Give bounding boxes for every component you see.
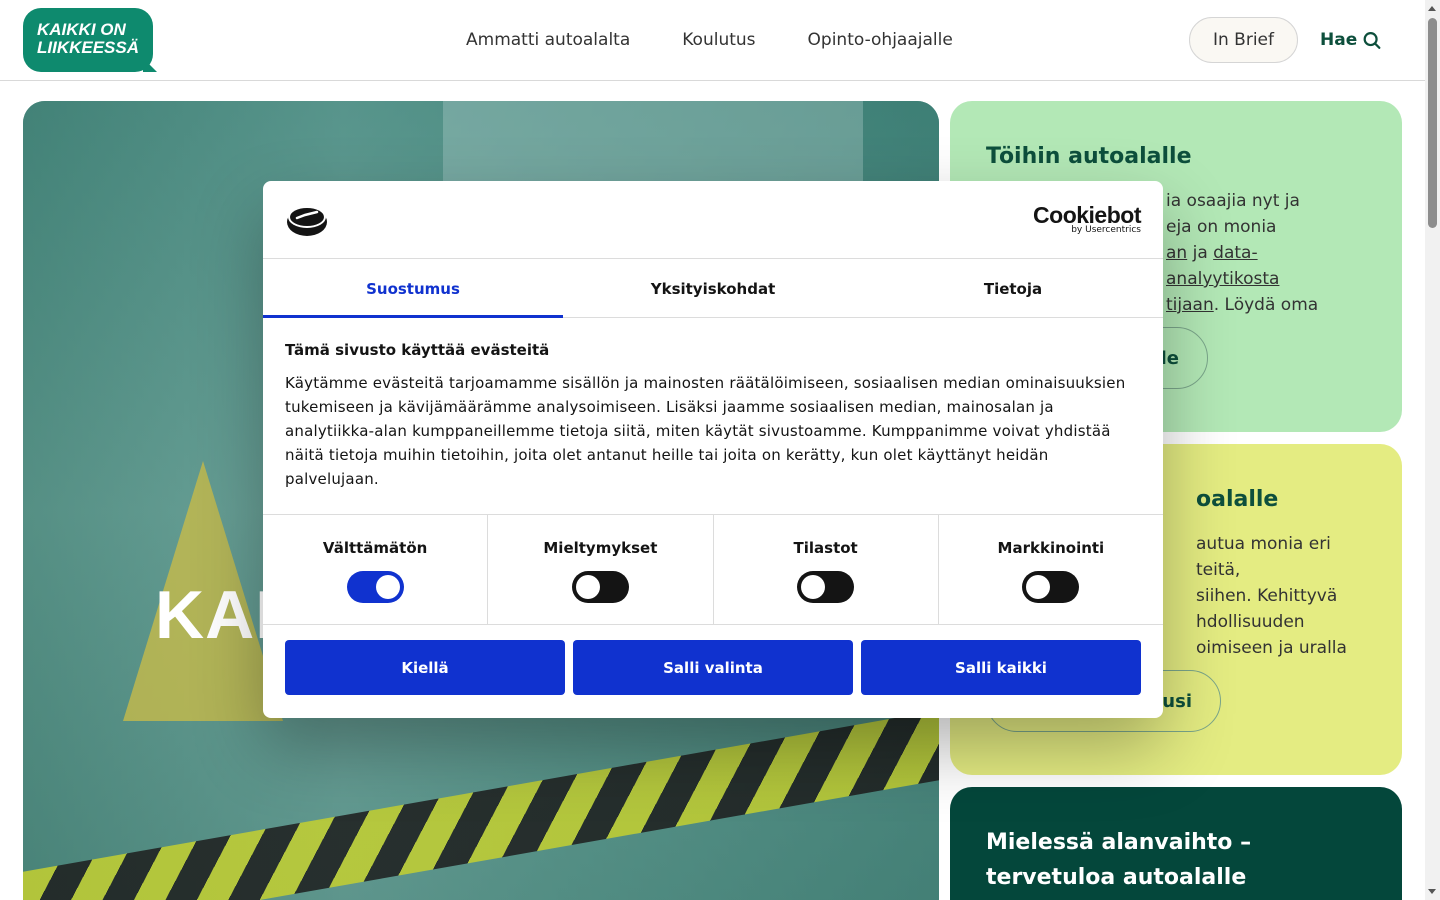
- toggle-mieltymykset-group: Mieltymykset: [488, 515, 714, 624]
- tab-tietoja[interactable]: Tietoja: [863, 260, 1163, 317]
- scrollbar-thumb[interactable]: [1428, 18, 1437, 228]
- toggle-tilastot[interactable]: [797, 571, 855, 603]
- card-title: Mielessä alanvaihto – tervetuloa autoala…: [986, 830, 1252, 890]
- toggle-valttamaton[interactable]: [346, 571, 404, 603]
- search-icon: [1363, 32, 1381, 49]
- search-label: Hae: [1320, 30, 1358, 50]
- in-brief-button[interactable]: In Brief: [1189, 17, 1298, 63]
- toggle-valttamaton-group: Välttämätön: [263, 515, 489, 624]
- toggle-tilastot-group: Tilastot: [714, 515, 939, 624]
- cookie-consent-dialog: Cookiebot by Usercentrics Suostumus Yksi…: [263, 181, 1163, 718]
- nav-ammatti-autoalalta[interactable]: Ammatti autoalalta: [466, 30, 630, 50]
- search-button[interactable]: Hae: [1320, 29, 1383, 51]
- dialog-header: Cookiebot by Usercentrics: [263, 181, 1163, 259]
- allow-selection-button[interactable]: Salli valinta: [573, 640, 853, 695]
- cookiebot-logo-text: Cookiebot: [1033, 202, 1141, 228]
- toggle-markkinointi-group: Markkinointi: [939, 515, 1163, 624]
- nav-opinto-ohjaajalle[interactable]: Opinto-ohjaajalle: [808, 30, 953, 50]
- toggle-knob: [801, 575, 826, 599]
- nav-koulutus[interactable]: Koulutus: [682, 30, 755, 50]
- cookiebot-brand[interactable]: Cookiebot by Usercentrics: [1033, 203, 1141, 235]
- scroll-up-arrow-icon[interactable]: [1428, 6, 1436, 11]
- card-title: Töihin autoalalle: [986, 144, 1192, 169]
- cookie-icon: [287, 206, 327, 236]
- logo-line-1: KAIKKI ON: [37, 20, 126, 39]
- tab-suostumus[interactable]: Suostumus: [263, 260, 563, 318]
- deny-button[interactable]: Kiellä: [285, 640, 565, 695]
- dialog-buttons: Kiellä Salli valinta Salli kaikki: [285, 640, 1141, 695]
- dialog-tabs: Suostumus Yksityiskohdat Tietoja: [263, 260, 1163, 318]
- card-link[interactable]: tijaan: [1166, 295, 1214, 315]
- allow-all-button[interactable]: Salli kaikki: [861, 640, 1141, 695]
- toggle-label: Markkinointi: [997, 539, 1105, 557]
- main-nav: Ammatti autoalalta Koulutus Opinto-ohjaa…: [466, 30, 953, 50]
- consent-toggles: Välttämätön Mieltymykset Tilastot Markki…: [263, 514, 1163, 625]
- scroll-down-arrow-icon[interactable]: [1428, 889, 1436, 894]
- dialog-body: Tämä sivusto käyttää evästeitä Käytämme …: [285, 341, 1141, 491]
- dialog-heading: Tämä sivusto käyttää evästeitä: [285, 341, 550, 359]
- card-alanvaihto[interactable]: Mielessä alanvaihto – tervetuloa autoala…: [950, 787, 1402, 900]
- toggle-mieltymykset[interactable]: [571, 571, 629, 603]
- site-logo[interactable]: KAIKKI ON LIIKKEESSÄ: [23, 8, 157, 72]
- tab-yksityiskohdat[interactable]: Yksityiskohdat: [563, 260, 863, 317]
- logo-text: KAIKKI ON LIIKKEESSÄ: [37, 21, 139, 57]
- toggle-markkinointi[interactable]: [1022, 571, 1080, 603]
- logo-line-2: LIIKKEESSÄ: [37, 38, 140, 57]
- toggle-knob: [575, 575, 600, 599]
- page-scrollbar[interactable]: [1425, 0, 1440, 900]
- toggle-knob: [375, 575, 400, 599]
- toggle-label: Mieltymykset: [543, 539, 658, 557]
- toggle-label: Välttämätön: [322, 539, 428, 557]
- toggle-knob: [1026, 575, 1051, 599]
- site-header: KAIKKI ON LIIKKEESSÄ Ammatti autoalalta …: [0, 0, 1425, 81]
- dialog-description: Käytämme evästeitä tarjoamamme sisällön …: [285, 374, 1126, 488]
- toggle-label: Tilastot: [793, 539, 858, 557]
- card-link[interactable]: an: [1166, 243, 1187, 263]
